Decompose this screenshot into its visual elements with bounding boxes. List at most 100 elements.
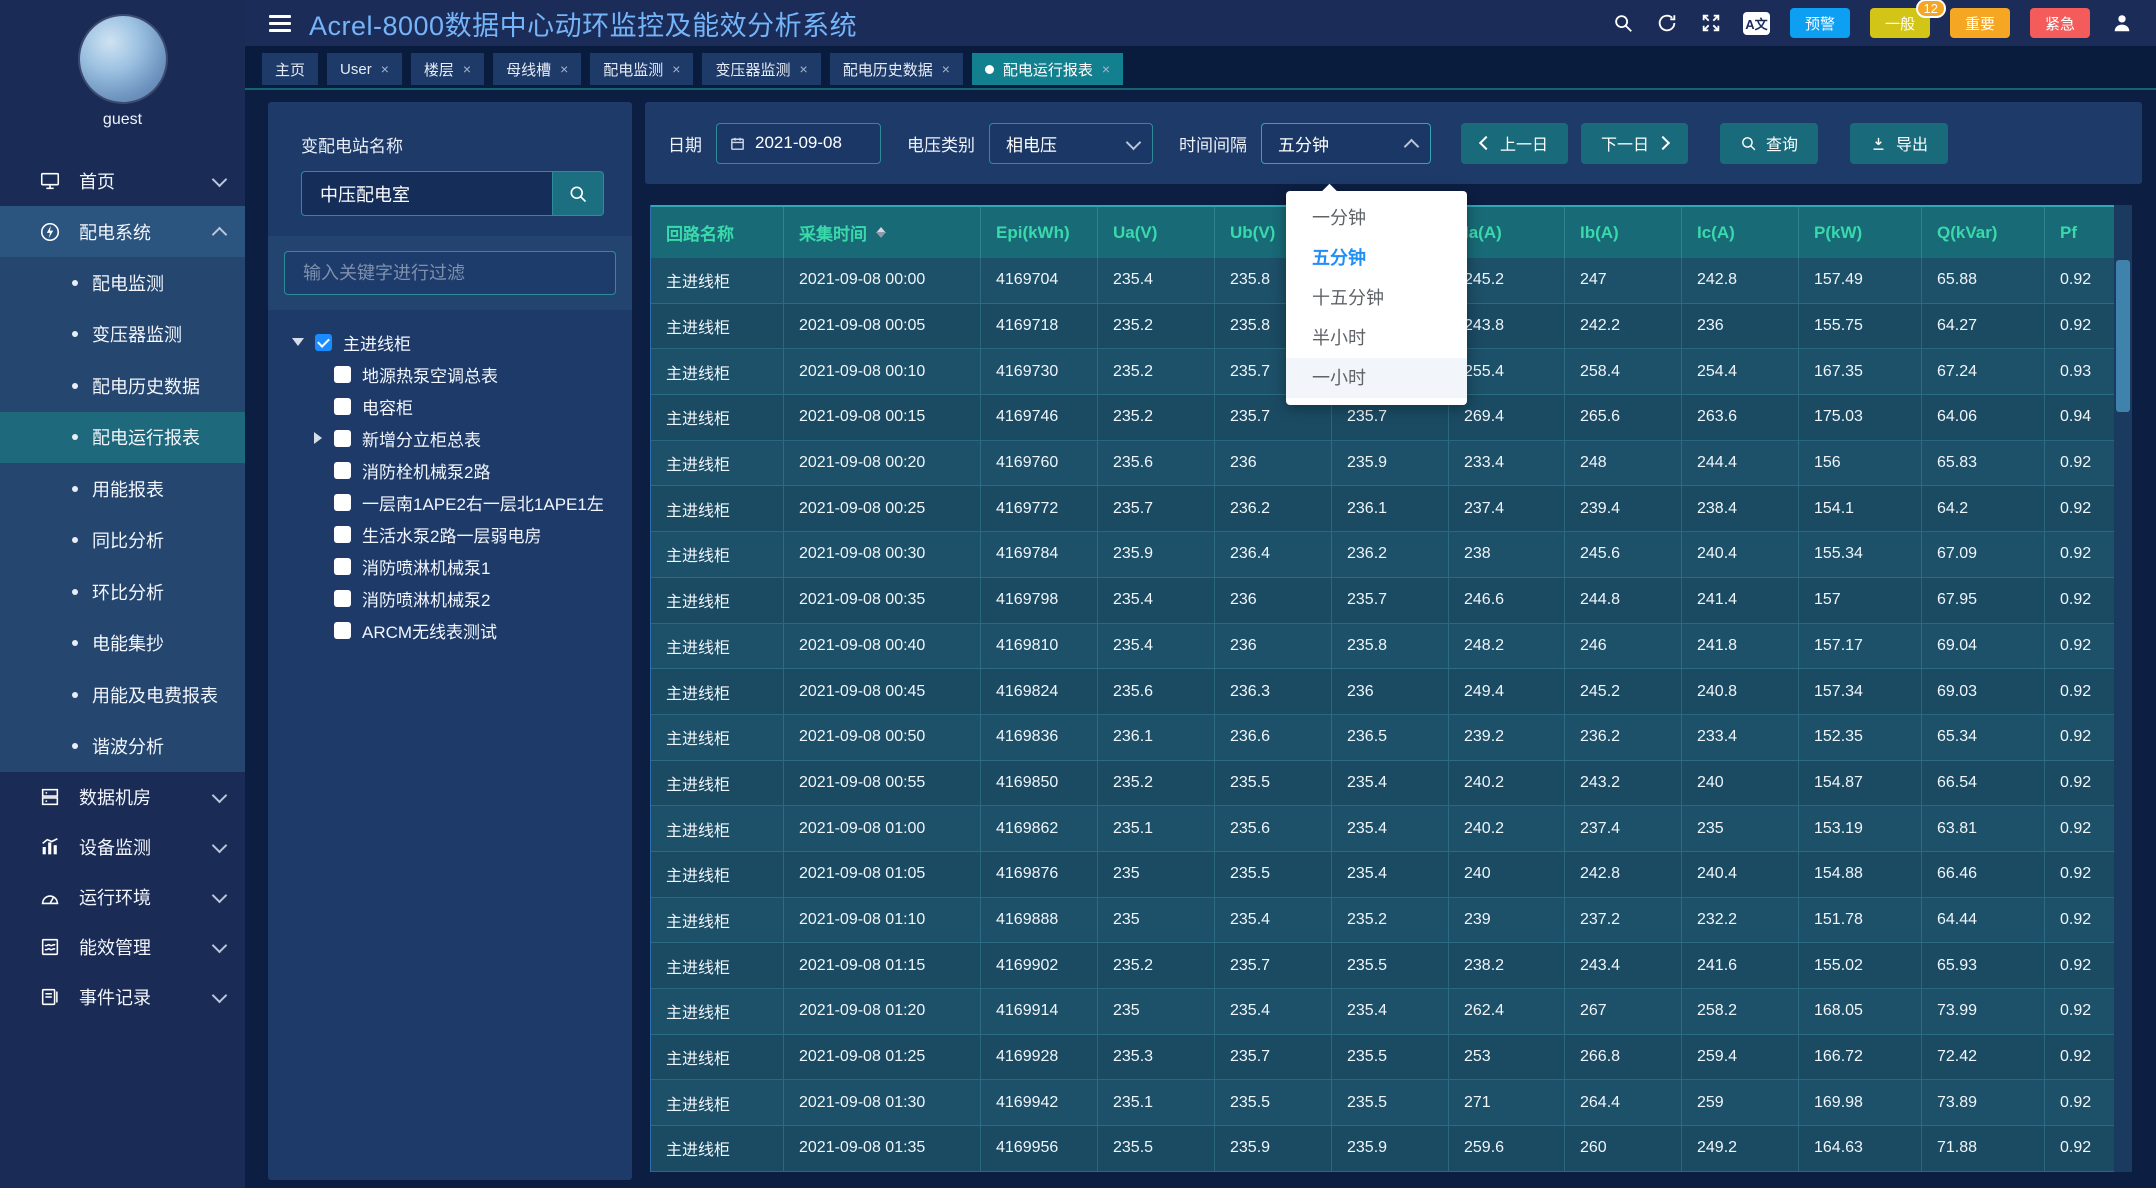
export-button[interactable]: 导出 <box>1850 123 1948 164</box>
checkbox[interactable] <box>334 622 351 639</box>
dropdown-option-五分钟[interactable]: 五分钟 <box>1286 238 1467 278</box>
tab-配电运行报表[interactable]: 配电运行报表× <box>972 53 1123 85</box>
bullet-dot <box>72 589 78 595</box>
prev-day-button[interactable]: 上一日 <box>1461 123 1568 164</box>
checkbox[interactable] <box>334 430 351 447</box>
sidebar-item-数据机房[interactable]: 数据机房 <box>0 772 245 822</box>
refresh-icon[interactable] <box>1655 11 1679 35</box>
column-header-Q(kVar)[interactable]: Q(kVar) <box>1922 207 2045 258</box>
checkbox[interactable] <box>334 590 351 607</box>
tab-楼层[interactable]: 楼层× <box>411 53 484 85</box>
dropdown-option-十五分钟[interactable]: 十五分钟 <box>1286 278 1467 318</box>
table-cell: 235.5 <box>1215 1080 1332 1126</box>
close-icon[interactable]: × <box>1102 61 1110 77</box>
voltage-type-select[interactable]: 相电压 <box>989 123 1153 164</box>
sidebar-item-能效管理[interactable]: 能效管理 <box>0 922 245 972</box>
table-cell: 239.4 <box>1565 486 1682 532</box>
checkbox[interactable] <box>334 398 351 415</box>
table-scrollbar-thumb[interactable] <box>2116 260 2130 412</box>
close-icon[interactable]: × <box>560 61 568 77</box>
tree-node[interactable]: 新增分立柜总表 <box>292 422 632 454</box>
sidebar-subitem-用能报表[interactable]: 用能报表 <box>0 463 245 515</box>
tab-主页[interactable]: 主页 <box>262 53 318 85</box>
tab-变压器监测[interactable]: 变压器监测× <box>702 53 820 85</box>
tree-node[interactable]: 生活水泵2路一层弱电房 <box>292 518 632 550</box>
table-cell: 4169862 <box>981 806 1098 852</box>
tab-母线槽[interactable]: 母线槽× <box>493 53 581 85</box>
sidebar-subitem-电能集抄[interactable]: 电能集抄 <box>0 618 245 670</box>
alarm-badge-important[interactable]: 重要 <box>1950 8 2010 38</box>
column-header-采集时间[interactable]: 采集时间 <box>784 207 981 258</box>
column-header-Ib(A)[interactable]: Ib(A) <box>1565 207 1682 258</box>
tree-node[interactable]: 地源热泵空调总表 <box>292 358 632 390</box>
translate-icon[interactable]: A文 <box>1743 12 1770 35</box>
sidebar-subitem-配电历史数据[interactable]: 配电历史数据 <box>0 360 245 412</box>
tree-node[interactable]: ARCM无线表测试 <box>292 614 632 646</box>
date-picker[interactable]: 2021-09-08 <box>716 123 881 164</box>
tree-node[interactable]: 消防栓机械泵2路 <box>292 454 632 486</box>
user-icon[interactable] <box>2110 11 2134 35</box>
alarm-badge-warning[interactable]: 预警 <box>1790 8 1850 38</box>
tab-配电监测[interactable]: 配电监测× <box>590 53 693 85</box>
table-scrollbar-track[interactable] <box>2114 205 2132 1172</box>
sidebar-subitem-配电运行报表[interactable]: 配电运行报表 <box>0 412 245 464</box>
checkbox[interactable] <box>334 526 351 543</box>
tree-node[interactable]: 一层南1APE2右一层北1APE1左 <box>292 486 632 518</box>
sidebar-item-首页[interactable]: 首页 <box>0 156 245 206</box>
tree-filter-input[interactable] <box>284 251 616 295</box>
sidebar-item-事件记录[interactable]: 事件记录 <box>0 972 245 1022</box>
tree-node-root[interactable]: 主进线柜 <box>292 326 632 358</box>
checkbox[interactable] <box>315 334 332 351</box>
interval-select[interactable]: 五分钟 <box>1261 123 1431 164</box>
table-cell: 259 <box>1682 1080 1799 1126</box>
checkbox[interactable] <box>334 558 351 575</box>
checkbox[interactable] <box>334 462 351 479</box>
tree-node[interactable]: 电容柜 <box>292 390 632 422</box>
sidebar-subitem-同比分析[interactable]: 同比分析 <box>0 515 245 567</box>
station-name-input[interactable] <box>301 171 552 216</box>
tab-配电历史数据[interactable]: 配电历史数据× <box>830 53 963 85</box>
close-icon[interactable]: × <box>800 61 808 77</box>
query-button[interactable]: 查询 <box>1720 123 1818 164</box>
tree-collapsed-caret[interactable] <box>314 432 322 444</box>
dropdown-option-一分钟[interactable]: 一分钟 <box>1286 198 1467 238</box>
close-icon[interactable]: × <box>942 61 950 77</box>
tree-node[interactable]: 消防喷淋机械泵1 <box>292 550 632 582</box>
fullscreen-icon[interactable] <box>1699 11 1723 35</box>
checkbox[interactable] <box>334 494 351 511</box>
dropdown-option-半小时[interactable]: 半小时 <box>1286 318 1467 358</box>
sidebar-subitem-配电监测[interactable]: 配电监测 <box>0 257 245 309</box>
table-cell: 235.5 <box>1098 1126 1215 1172</box>
table-cell: 236.1 <box>1098 715 1215 761</box>
sidebar-item-运行环境[interactable]: 运行环境 <box>0 872 245 922</box>
close-icon[interactable]: × <box>463 61 471 77</box>
station-search-button[interactable] <box>552 171 604 216</box>
search-icon[interactable] <box>1611 11 1635 35</box>
next-day-button[interactable]: 下一日 <box>1581 123 1688 164</box>
dropdown-option-一小时[interactable]: 一小时 <box>1286 358 1467 398</box>
column-header-Pf[interactable]: Pf <box>2045 207 2115 258</box>
close-icon[interactable]: × <box>672 61 680 77</box>
column-header-P(kW)[interactable]: P(kW) <box>1799 207 1922 258</box>
column-header-回路名称[interactable]: 回路名称 <box>651 207 784 258</box>
alarm-badge-urgent[interactable]: 紧急 <box>2030 8 2090 38</box>
sidebar-subitem-变压器监测[interactable]: 变压器监测 <box>0 309 245 361</box>
alarm-badge-general[interactable]: 一般12 <box>1870 8 1930 38</box>
table-cell: 167.35 <box>1799 349 1922 395</box>
hamburger-menu-icon[interactable] <box>269 15 291 32</box>
sidebar-subitem-环比分析[interactable]: 环比分析 <box>0 566 245 618</box>
column-header-Ua(V)[interactable]: Ua(V) <box>1098 207 1215 258</box>
close-icon[interactable]: × <box>381 61 389 77</box>
sidebar-subitem-谐波分析[interactable]: 谐波分析 <box>0 721 245 773</box>
sidebar-item-设备监测[interactable]: 设备监测 <box>0 822 245 872</box>
column-header-Ic(A)[interactable]: Ic(A) <box>1682 207 1799 258</box>
checkbox[interactable] <box>334 366 351 383</box>
sidebar-item-配电系统[interactable]: 配电系统 <box>0 206 245 257</box>
tree-node[interactable]: 消防喷淋机械泵2 <box>292 582 632 614</box>
table-cell: 235.1 <box>1098 1080 1215 1126</box>
tab-User[interactable]: User× <box>327 53 402 85</box>
sort-icon[interactable] <box>876 222 886 243</box>
sidebar-subitem-用能及电费报表[interactable]: 用能及电费报表 <box>0 669 245 721</box>
column-header-Epi(kWh)[interactable]: Epi(kWh) <box>981 207 1098 258</box>
tree-expand-caret[interactable] <box>292 338 304 346</box>
